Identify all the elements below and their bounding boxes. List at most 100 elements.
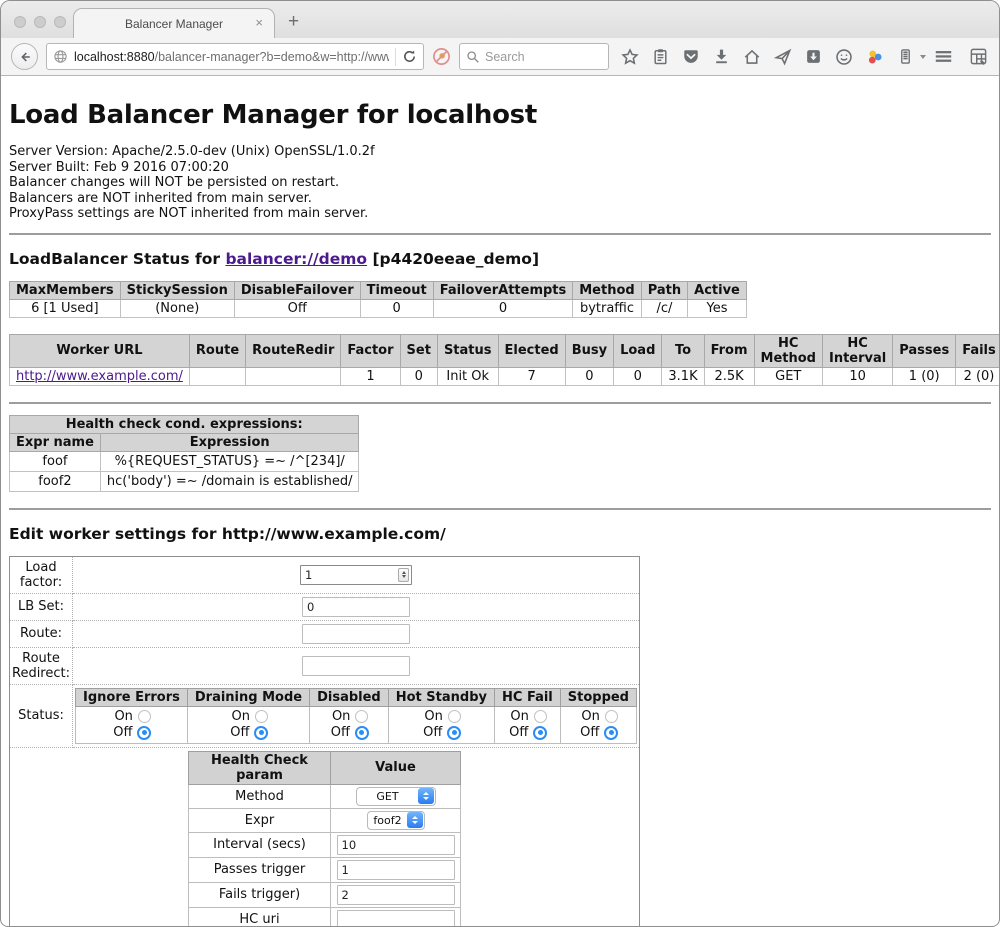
status-header-row: Ignore ErrorsDraining ModeDisabledHot St… (76, 688, 637, 706)
fails-trigger-input[interactable] (337, 885, 455, 905)
feedback-button[interactable] (835, 48, 853, 66)
expr-select[interactable]: foof2 (367, 811, 425, 830)
worker-col-header: Load (614, 334, 662, 367)
back-button[interactable] (11, 43, 38, 70)
worker-cell: 0 (614, 367, 662, 385)
url-bar[interactable]: localhost:8880/balancer-manager?b=demo&w… (46, 43, 424, 70)
send-tab-button[interactable] (774, 48, 792, 66)
status-col-header: HC Fail (495, 688, 561, 706)
status-label: Status: (10, 684, 73, 747)
load-factor-input[interactable] (300, 565, 412, 585)
worker-url-link[interactable]: http://www.example.com/ (16, 369, 183, 384)
radio-label: Off (111, 725, 132, 741)
status-hc-fail-on-radio[interactable] (534, 710, 547, 723)
hc-param-row: Fails trigger) (189, 882, 461, 907)
tab-close-icon[interactable] (255, 16, 263, 30)
navigation-toolbar: localhost:8880/balancer-manager?b=demo&w… (1, 38, 999, 76)
lb-set-input[interactable] (302, 597, 410, 617)
traffic-lights (14, 16, 66, 28)
status-hc-fail-off-radio[interactable] (533, 726, 547, 740)
expr-name-cell: foof (10, 451, 101, 471)
close-window-button[interactable] (14, 16, 26, 28)
interval-secs-input[interactable] (337, 835, 455, 855)
radio-label: On (112, 709, 133, 725)
worker-cell: GET (754, 367, 822, 385)
balancer-params-table: MaxMembersStickySessionDisableFailoverTi… (9, 281, 747, 318)
hc-uri-input[interactable] (337, 910, 455, 927)
browser-window: Balancer Manager localhost:8880/balancer… (0, 0, 1000, 927)
sidebar-device-button[interactable] (897, 48, 914, 65)
status-disabled-on-radio[interactable] (355, 710, 368, 723)
hc-expr-table: Health check cond. expressions:Expr name… (9, 415, 359, 492)
balancer-cell: Yes (688, 299, 747, 317)
pocket-button[interactable] (682, 48, 700, 66)
status-ignore-errors-off-radio[interactable] (137, 726, 151, 740)
search-bar[interactable] (459, 43, 609, 70)
status-disabled-off-radio[interactable] (355, 726, 369, 740)
chevron-down-icon[interactable] (920, 55, 926, 59)
menu-button[interactable] (934, 47, 953, 66)
passes-trigger-input[interactable] (337, 860, 455, 880)
method-select[interactable]: GET (356, 787, 436, 806)
balancer-cell: 0 (360, 299, 433, 317)
pocket-icon (682, 48, 700, 66)
status-draining-mode-off-radio[interactable] (254, 726, 268, 740)
new-tab-button[interactable] (288, 11, 299, 33)
stepper-icon[interactable] (398, 568, 409, 582)
route-input[interactable] (302, 624, 410, 644)
radio-label: Off (421, 725, 442, 741)
worker-cell: 1 (341, 367, 400, 385)
route-redirect-row: Route Redirect: (10, 647, 640, 684)
home-button[interactable] (743, 48, 761, 66)
urlbar-divider (395, 48, 396, 66)
browser-tab[interactable]: Balancer Manager (73, 8, 275, 38)
status-stopped-on-radio[interactable] (605, 710, 618, 723)
worker-col-header: To (662, 334, 704, 367)
url-text[interactable]: localhost:8880/balancer-manager?b=demo&w… (74, 50, 389, 64)
worker-col-header: HC Method (754, 334, 822, 367)
status-stopped-off-radio[interactable] (604, 726, 618, 740)
hc-param-col-header: Value (331, 751, 461, 784)
bookmarks-menu-button[interactable] (652, 48, 669, 65)
balancer-cell: /c/ (641, 299, 687, 317)
hc-param-label: Interval (secs) (189, 832, 331, 857)
downloads-button[interactable] (713, 48, 730, 65)
status-radio-row: OnOffOnOffOnOffOnOffOnOffOnOff (76, 706, 637, 743)
select-arrows-icon (407, 812, 423, 828)
apps-grid-icon (969, 47, 988, 66)
status-ignore-errors-on-radio[interactable] (138, 710, 151, 723)
bookmark-button[interactable] (621, 48, 639, 66)
balancer-data-row: 6 [1 Used](None)Off00bytraffic/c/Yes (10, 299, 747, 317)
status-col-header: Stopped (560, 688, 636, 706)
route-redirect-input[interactable] (302, 656, 410, 676)
color-tools-button[interactable] (866, 48, 884, 66)
zoom-window-button[interactable] (54, 16, 66, 28)
balancer-cell: (None) (120, 299, 234, 317)
worker-cell: 2.5K (704, 367, 754, 385)
edit-worker-form: Load factor: LB Set: Route: (9, 556, 640, 927)
blocked-content-button[interactable] (432, 47, 451, 66)
radio-label: Off (228, 725, 249, 741)
minimize-window-button[interactable] (34, 16, 46, 28)
status-radio-cell: OnOff (560, 706, 636, 743)
status-hot-standby-on-radio[interactable] (448, 710, 461, 723)
health-check-row: Health Check paramValueMethodGETExprfoof… (10, 747, 640, 927)
apps-grid-button[interactable] (969, 47, 988, 66)
search-input[interactable] (485, 50, 585, 64)
hc-expr-col-header: Expr name (10, 433, 101, 451)
balancer-col-header: Timeout (360, 281, 433, 299)
status-hot-standby-off-radio[interactable] (447, 726, 461, 740)
status-draining-mode-on-radio[interactable] (255, 710, 268, 723)
divider (9, 508, 991, 510)
hc-param-value: foof2 (331, 808, 461, 832)
back-icon (18, 50, 32, 64)
worker-col-header: Passes (893, 334, 956, 367)
balancer-col-header: DisableFailover (234, 281, 360, 299)
balancer-link[interactable]: balancer://demo (225, 250, 367, 268)
divider (9, 402, 991, 404)
status-col-header: Hot Standby (388, 688, 494, 706)
save-page-button[interactable] (805, 48, 822, 65)
hc-param-row: Interval (secs) (189, 832, 461, 857)
status-radio-cell: OnOff (388, 706, 494, 743)
reload-icon[interactable] (402, 49, 417, 64)
